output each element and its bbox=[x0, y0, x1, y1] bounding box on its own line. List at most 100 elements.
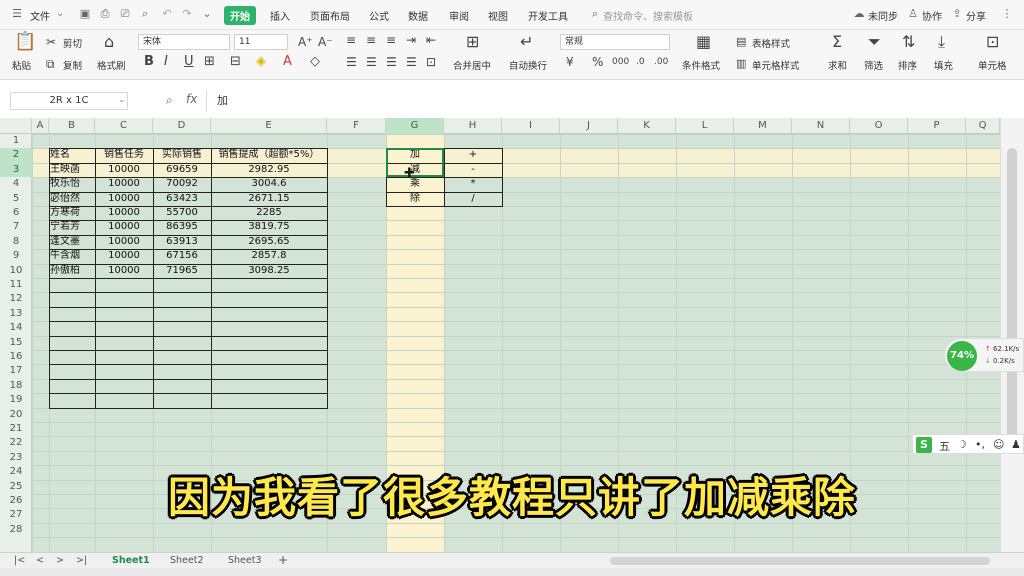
print-icon[interactable]: ⎚ bbox=[118, 7, 132, 21]
fill-button[interactable]: 填充 bbox=[934, 58, 953, 72]
table-data-cell[interactable]: 2695.65 bbox=[212, 235, 326, 249]
collaborate-button[interactable]: 协作 bbox=[922, 8, 942, 23]
operation-symbol-cell[interactable]: * bbox=[445, 177, 501, 191]
align-center-icon[interactable]: ☰ bbox=[366, 54, 377, 70]
filter-icon[interactable]: ⏷ bbox=[868, 34, 881, 50]
thousands-icon[interactable]: 000 bbox=[612, 54, 629, 70]
vertical-scroll-thumb[interactable] bbox=[1007, 148, 1017, 448]
table-data-cell[interactable]: 方寒荷 bbox=[50, 206, 94, 220]
cut-icon[interactable]: ✂ bbox=[46, 34, 56, 50]
cell-style-button[interactable]: 单元格样式 bbox=[752, 58, 800, 72]
file-dropdown-chevron-icon[interactable]: ⌄ bbox=[56, 8, 64, 19]
table-data-cell[interactable]: 牛含烟 bbox=[50, 249, 94, 263]
prev-sheet-icon[interactable]: < bbox=[36, 555, 44, 566]
export-icon[interactable]: ⎙ bbox=[98, 7, 112, 21]
save-icon[interactable]: ▣ bbox=[78, 7, 92, 21]
distribute-icon[interactable]: ⊡ bbox=[426, 54, 436, 70]
table-data-cell[interactable]: 10000 bbox=[96, 192, 152, 206]
outdent-icon[interactable]: ⇤ bbox=[426, 32, 436, 48]
table-data-cell[interactable]: 孙傲柏 bbox=[50, 264, 94, 278]
font-name-select[interactable]: 宋体 bbox=[138, 34, 230, 50]
tab-home[interactable]: 开始 bbox=[224, 6, 256, 25]
sort-button[interactable]: 排序 bbox=[898, 58, 917, 72]
cell-style-icon[interactable]: ▥ bbox=[736, 56, 746, 72]
quick-access-chevron-icon[interactable]: ⌄ bbox=[200, 7, 214, 21]
table-data-cell[interactable]: 67156 bbox=[154, 249, 210, 263]
italic-button[interactable]: I bbox=[164, 54, 168, 70]
copy-icon[interactable]: ⧉ bbox=[46, 56, 55, 72]
table-data-cell[interactable]: 逢文墨 bbox=[50, 235, 94, 249]
table-header-cell[interactable]: 实际销售 bbox=[154, 148, 210, 162]
increase-font-icon[interactable]: A⁺ bbox=[298, 34, 313, 50]
command-search-input[interactable]: 查找命令、搜索模板 bbox=[603, 8, 693, 23]
table-data-cell[interactable]: 3819.75 bbox=[212, 220, 326, 234]
tab-sheet1[interactable]: Sheet1 bbox=[112, 555, 150, 566]
sum-icon[interactable]: Σ bbox=[832, 34, 842, 50]
copy-button[interactable]: 复制 bbox=[63, 58, 82, 72]
tab-sheet2[interactable]: Sheet2 bbox=[170, 555, 204, 566]
decrease-font-icon[interactable]: A⁻ bbox=[318, 34, 333, 50]
tab-sheet3[interactable]: Sheet3 bbox=[228, 555, 262, 566]
sort-icon[interactable]: ⇅ bbox=[902, 34, 915, 50]
table-data-cell[interactable]: 宓佁然 bbox=[50, 192, 94, 206]
ime-toolbar[interactable]: S 五 ☽ •, ☺ ♟ bbox=[912, 434, 1024, 454]
format-painter-button[interactable]: 格式刷 bbox=[97, 58, 126, 72]
fill-color-icon[interactable]: ◈ bbox=[256, 54, 266, 70]
name-box-chevron-icon[interactable]: ⌄ bbox=[118, 95, 126, 105]
table-data-cell[interactable]: 牧乐怡 bbox=[50, 177, 94, 191]
table-data-cell[interactable]: 10000 bbox=[96, 163, 152, 177]
wrap-text-icon[interactable]: ↵ bbox=[520, 34, 533, 50]
ime-moon-icon[interactable]: ☽ bbox=[957, 438, 967, 451]
format-painter-icon[interactable]: ⌂ bbox=[104, 34, 114, 50]
paste-button[interactable]: 粘贴 bbox=[12, 58, 31, 72]
table-data-cell[interactable]: 69659 bbox=[154, 163, 210, 177]
cell-button[interactable]: 单元格 bbox=[978, 58, 1007, 72]
table-header-cell[interactable]: 销售提成（超额*5%） bbox=[212, 148, 326, 162]
align-right-icon[interactable]: ☰ bbox=[386, 54, 397, 70]
merge-cells-icon[interactable]: ⊞ bbox=[466, 34, 479, 50]
table-style-button[interactable]: 表格样式 bbox=[752, 36, 790, 50]
table-data-cell[interactable]: 2857.8 bbox=[212, 249, 326, 263]
tab-view[interactable]: 视图 bbox=[488, 8, 508, 23]
preview-icon[interactable]: ⌕ bbox=[138, 7, 152, 21]
wrap-text-button[interactable]: 自动换行 bbox=[509, 58, 547, 72]
table-data-cell[interactable]: 10000 bbox=[96, 220, 152, 234]
first-sheet-icon[interactable]: |< bbox=[14, 555, 25, 566]
justify-icon[interactable]: ☰ bbox=[406, 54, 417, 70]
table-data-cell[interactable]: 2671.15 bbox=[212, 192, 326, 206]
sync-status[interactable]: 未同步 bbox=[868, 8, 898, 23]
hamburger-menu-icon[interactable]: ☰ bbox=[10, 7, 24, 21]
table-data-cell[interactable]: 10000 bbox=[96, 249, 152, 263]
table-data-cell[interactable]: 10000 bbox=[96, 206, 152, 220]
tab-insert[interactable]: 插入 bbox=[270, 8, 290, 23]
table-data-cell[interactable]: 10000 bbox=[96, 264, 152, 278]
fill-icon[interactable]: ⤓ bbox=[938, 34, 945, 50]
ime-logo-icon[interactable]: S bbox=[916, 437, 932, 453]
file-menu[interactable]: 文件 bbox=[30, 8, 50, 23]
horizontal-scroll-thumb[interactable] bbox=[610, 557, 990, 565]
indent-icon[interactable]: ⇥ bbox=[406, 32, 416, 48]
table-data-cell[interactable]: 55700 bbox=[154, 206, 210, 220]
tab-review[interactable]: 审阅 bbox=[449, 8, 469, 23]
name-box[interactable]: 2R x 1C bbox=[10, 92, 128, 110]
cut-button[interactable]: 剪切 bbox=[63, 36, 82, 50]
table-data-cell[interactable]: 10000 bbox=[96, 235, 152, 249]
zoom-icon[interactable]: ⌕ bbox=[166, 93, 173, 108]
next-sheet-icon[interactable]: > bbox=[56, 555, 64, 566]
table-data-cell[interactable]: 10000 bbox=[96, 177, 152, 191]
sum-button[interactable]: 求和 bbox=[828, 58, 847, 72]
table-data-cell[interactable]: 86395 bbox=[154, 220, 210, 234]
redo-icon[interactable]: ↷ bbox=[180, 7, 194, 21]
operation-symbol-cell[interactable]: / bbox=[445, 192, 501, 206]
currency-button[interactable]: ¥ bbox=[566, 54, 574, 70]
cell-icon[interactable]: ⊡ bbox=[986, 34, 999, 50]
last-sheet-icon[interactable]: >| bbox=[76, 555, 87, 566]
paste-icon[interactable]: 📋 bbox=[14, 33, 36, 51]
table-data-cell[interactable]: 王映菡 bbox=[50, 163, 94, 177]
table-data-cell[interactable]: 2982.95 bbox=[212, 163, 326, 177]
table-header-cell[interactable]: 销售任务 bbox=[96, 148, 152, 162]
table-style-icon[interactable]: ▤ bbox=[736, 34, 746, 50]
font-size-select[interactable]: 11 bbox=[234, 34, 288, 50]
selection-box[interactable] bbox=[386, 148, 444, 178]
tab-developer[interactable]: 开发工具 bbox=[528, 8, 568, 23]
